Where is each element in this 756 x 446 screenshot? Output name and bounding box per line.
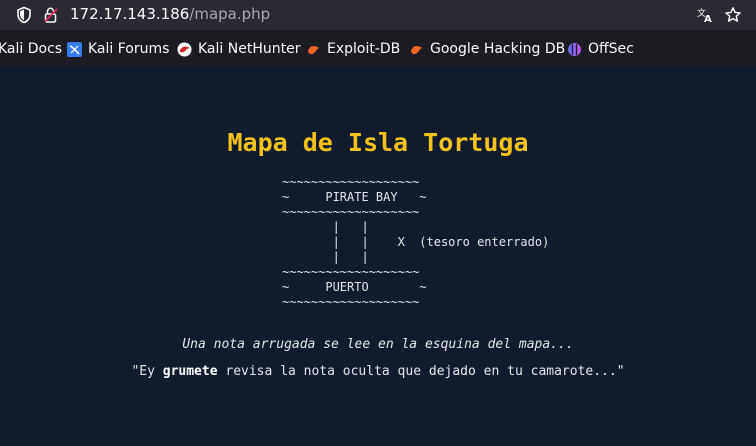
page-title: Mapa de Isla Tortuga: [227, 128, 529, 157]
bookmark-kali-docs[interactable]: Kali Docs: [0, 41, 62, 57]
ghdb-favicon: [409, 42, 424, 57]
bookmark-kali-nethunter[interactable]: Kali NetHunter: [177, 41, 300, 57]
browser-chrome: 172.17.143.186/mapa.php 文A Kali Docs Kal…: [0, 0, 756, 66]
star-icon[interactable]: [724, 6, 742, 24]
url-text[interactable]: 172.17.143.186/mapa.php: [70, 5, 270, 23]
bookmark-label: OffSec: [588, 41, 634, 57]
kali-forums-favicon: [67, 41, 82, 57]
lock-icon[interactable]: [42, 6, 60, 24]
address-bar[interactable]: 172.17.143.186/mapa.php 文A: [0, 0, 756, 30]
offsec-favicon: [567, 42, 582, 57]
quote-suffix: revisa la nota oculta que dejado en tu c…: [217, 364, 625, 379]
exploit-db-favicon: [306, 42, 321, 57]
quote-bold-word: grumete: [162, 364, 218, 379]
quote-prefix: "Ey: [131, 364, 163, 379]
bookmark-label: Kali NetHunter: [198, 41, 301, 57]
bookmark-label: Kali Forums: [88, 41, 170, 57]
translate-icon[interactable]: 文A: [696, 6, 714, 25]
bookmark-google-hacking-db[interactable]: Google Hacking DB: [409, 41, 565, 57]
svg-text:A: A: [704, 14, 712, 24]
map-note: Una nota arrugada se lee en la esquina d…: [182, 337, 574, 352]
bookmark-label: Exploit-DB: [327, 41, 401, 57]
bookmark-label: Kali Docs: [0, 41, 63, 57]
bookmark-offsec[interactable]: OffSec: [567, 41, 634, 57]
bookmark-label: Google Hacking DB: [430, 41, 566, 57]
url-host: 172.17.143.186: [70, 5, 190, 23]
hidden-note-quote: "Ey grumete revisa la nota oculta que de…: [0, 364, 756, 379]
page-content: Mapa de Isla Tortuga ~~~~~~~~~~~~~~~~~~~…: [0, 66, 756, 446]
ascii-map: ~~~~~~~~~~~~~~~~~~~ ~ PIRATE BAY ~ ~~~~~…: [282, 175, 550, 309]
url-path: /mapa.php: [189, 5, 271, 23]
bookmark-kali-forums[interactable]: Kali Forums: [67, 41, 169, 57]
bookmark-exploit-db[interactable]: Exploit-DB: [306, 41, 400, 57]
kali-nethunter-favicon: [177, 42, 192, 57]
bookmarks-toolbar: Kali Docs Kali Forums Kali NetHunter Exp…: [0, 36, 756, 64]
shield-icon[interactable]: [15, 6, 33, 24]
